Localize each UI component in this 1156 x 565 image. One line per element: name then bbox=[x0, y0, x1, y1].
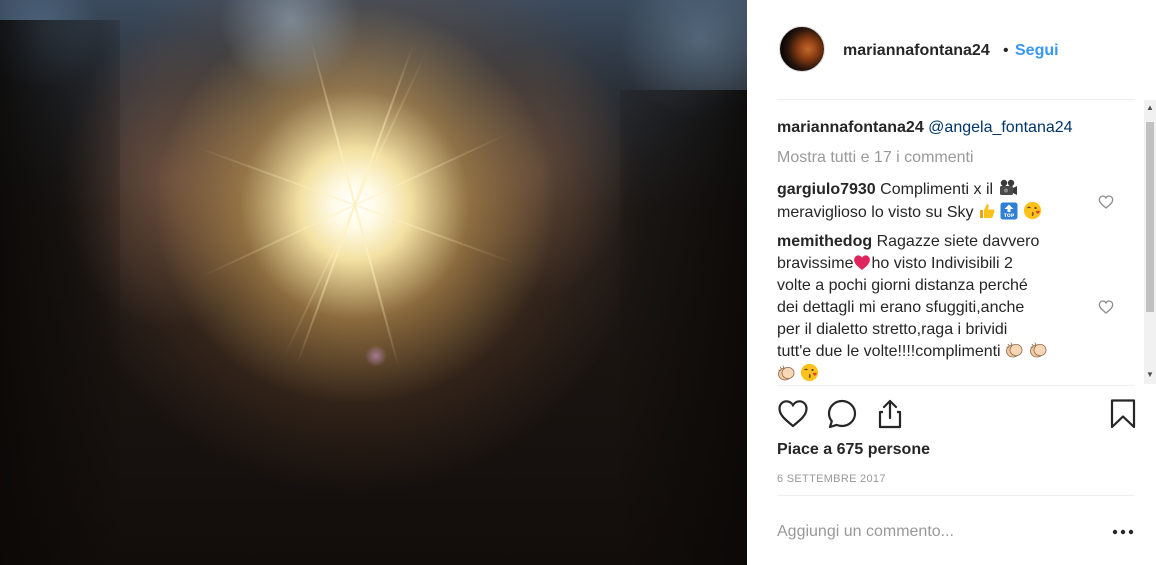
actions-divider bbox=[777, 385, 1135, 386]
comment-username[interactable]: memithedog bbox=[777, 233, 872, 250]
kissing-face-icon bbox=[801, 363, 819, 382]
avatar[interactable] bbox=[779, 26, 825, 72]
comment-line: volte a pochi giorni distanza perché bbox=[777, 277, 1028, 294]
post-header: mariannafontana24 • Segui bbox=[747, 0, 1156, 100]
post-photo[interactable] bbox=[0, 0, 747, 565]
comment-line: tutt'e due le volte!!!!complimenti bbox=[777, 341, 1077, 363]
comment-text: Complimenti x il bbox=[880, 181, 994, 198]
heart-outline-icon[interactable] bbox=[777, 398, 809, 430]
scrollbar-thumb[interactable] bbox=[1146, 122, 1154, 312]
photo-shadow-left bbox=[0, 20, 120, 565]
comment-line: bravissime ho visto Indivisibili 2 bbox=[777, 253, 1077, 275]
comment-line: memithedog Ragazze siete davvero bbox=[777, 231, 1077, 253]
share-upload-icon[interactable] bbox=[874, 398, 906, 430]
comment-line bbox=[777, 363, 1077, 384]
comment-line: gargiulo7930 Complimenti x il bbox=[777, 179, 1077, 201]
top-arrow-icon: TOP bbox=[1000, 202, 1018, 220]
clapping-hands-icon bbox=[1006, 342, 1023, 358]
lens-flare-dot bbox=[365, 345, 387, 367]
comment-text: tutt'e due le volte!!!!complimenti bbox=[777, 343, 1001, 360]
post-actions bbox=[777, 398, 1137, 430]
caption-username[interactable]: mariannafontana24 bbox=[777, 119, 924, 136]
comment-item: memithedog Ragazze siete davvero braviss… bbox=[777, 231, 1077, 384]
comment-text: ho visto Indivisibili 2 bbox=[871, 255, 1013, 272]
comment-line: dei dettagli mi erano sfuggiti,anche bbox=[777, 299, 1025, 316]
comment-text: meraviglioso lo visto su Sky bbox=[777, 204, 974, 221]
comment-line: meraviglioso lo visto su Sky TOP bbox=[777, 201, 1077, 224]
bookmark-icon[interactable] bbox=[1107, 398, 1139, 430]
caption: mariannafontana24 @angela_fontana24 bbox=[777, 117, 1073, 139]
comment-username[interactable]: gargiulo7930 bbox=[777, 181, 876, 198]
comment-text: bravissime bbox=[777, 255, 854, 272]
post-date[interactable]: 6 SETTEMBRE 2017 bbox=[777, 473, 886, 485]
ellipsis-icon[interactable] bbox=[1111, 524, 1135, 540]
comments-scrollbar[interactable]: ▲ ▼ bbox=[1144, 100, 1156, 384]
comment-item: gargiulo7930 Complimenti x il meraviglio… bbox=[777, 179, 1077, 224]
sun-flare bbox=[194, 40, 516, 370]
kissing-face-icon bbox=[1023, 201, 1041, 220]
header-divider bbox=[777, 99, 1135, 100]
comment-like-icon[interactable] bbox=[1098, 299, 1114, 315]
comment-like-icon[interactable] bbox=[1098, 194, 1114, 210]
red-heart-icon bbox=[854, 255, 871, 270]
scroll-up-arrow-icon[interactable]: ▲ bbox=[1146, 104, 1154, 112]
comments-list[interactable]: mariannafontana24 @angela_fontana24 Most… bbox=[777, 112, 1145, 384]
thumbs-up-icon bbox=[979, 204, 995, 218]
scroll-down-arrow-icon[interactable]: ▼ bbox=[1146, 371, 1154, 379]
caption-mention[interactable]: @angela_fontana24 bbox=[928, 119, 1072, 136]
header-username[interactable]: mariannafontana24 bbox=[843, 42, 990, 60]
movie-camera-icon bbox=[999, 179, 1017, 195]
header-separator: • bbox=[1003, 42, 1009, 59]
comment-box-divider bbox=[777, 495, 1135, 496]
photo-shadow-right bbox=[620, 90, 747, 565]
follow-button[interactable]: Segui bbox=[1015, 42, 1059, 60]
clapping-hands-icon bbox=[1029, 342, 1046, 358]
clapping-hands-icon bbox=[778, 365, 795, 381]
add-comment-input[interactable] bbox=[777, 520, 1077, 544]
likes-count[interactable]: Piace a 675 persone bbox=[777, 441, 930, 459]
show-all-comments-link[interactable]: Mostra tutti e 17 i commenti bbox=[777, 149, 974, 167]
comment-text: Ragazze siete davvero bbox=[876, 233, 1040, 250]
post-side-panel: mariannafontana24 • Segui mariannafontan… bbox=[747, 0, 1156, 565]
svg-text:TOP: TOP bbox=[1004, 213, 1015, 219]
comment-line: per il dialetto stretto,raga i brividi bbox=[777, 321, 1008, 338]
speech-bubble-icon[interactable] bbox=[826, 398, 858, 430]
